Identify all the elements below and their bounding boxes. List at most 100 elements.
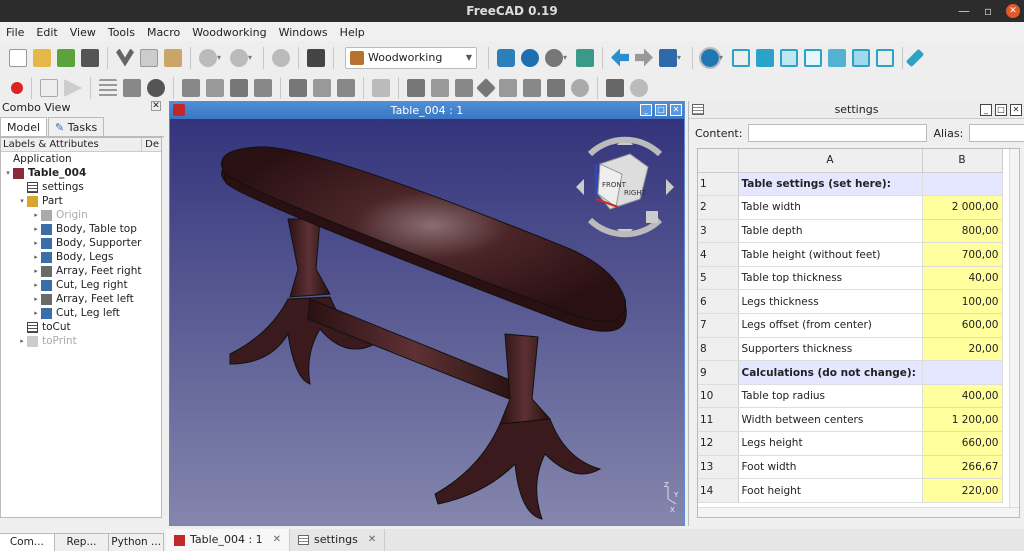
- row-header[interactable]: 12: [698, 431, 739, 456]
- cell-a[interactable]: Table height (without feet): [738, 242, 923, 267]
- zoom-icon[interactable]: [699, 46, 721, 69]
- cell-b[interactable]: 20,00: [922, 337, 1003, 362]
- cell-a[interactable]: Table width: [738, 195, 923, 220]
- cell-b[interactable]: 40,00: [922, 266, 1003, 291]
- row-header[interactable]: 5: [698, 266, 739, 291]
- grid-icon[interactable]: [407, 79, 425, 97]
- navcube-right-face[interactable]: RIGHT: [624, 189, 647, 197]
- measure-icon[interactable]: [905, 48, 925, 67]
- row-header[interactable]: 7: [698, 313, 739, 338]
- copy-icon[interactable]: [140, 48, 158, 67]
- open-icon[interactable]: [33, 48, 51, 67]
- workbench-selector[interactable]: Woodworking ▼: [345, 46, 477, 69]
- woodworking-tool-15-icon[interactable]: [571, 79, 589, 97]
- woodworking-tool-10-icon[interactable]: [455, 79, 473, 97]
- row-header[interactable]: 11: [698, 407, 739, 433]
- tree-item[interactable]: ▸ Body, Supporter: [1, 236, 161, 250]
- menu-edit[interactable]: Edit: [30, 26, 63, 39]
- paste-icon[interactable]: [164, 48, 182, 67]
- draw-style-icon[interactable]: [545, 48, 563, 67]
- cell-a[interactable]: Foot width: [738, 455, 923, 480]
- tab-model[interactable]: Model: [0, 117, 48, 136]
- cell-a[interactable]: Supporters thickness: [738, 337, 923, 362]
- view-left-icon[interactable]: [876, 48, 894, 67]
- woodworking-tool-2-icon[interactable]: [206, 79, 224, 97]
- cell-b[interactable]: 266,67: [922, 455, 1003, 480]
- row-header[interactable]: 10: [698, 384, 739, 409]
- 3d-view-window[interactable]: Table_004 : 1 _ □ ✕ FRONT RIGHT Z X Y: [169, 101, 685, 526]
- cell-a[interactable]: Legs thickness: [738, 289, 923, 315]
- bounding-box-icon[interactable]: [576, 48, 594, 67]
- close-tab-icon[interactable]: ✕: [273, 529, 281, 551]
- view-front-icon[interactable]: [756, 48, 774, 67]
- cell-a[interactable]: Table top radius: [738, 384, 923, 409]
- chevron-right-icon[interactable]: ▸: [31, 306, 41, 320]
- cell-a[interactable]: Width between centers: [738, 407, 923, 433]
- maximize-icon[interactable]: □: [995, 104, 1007, 116]
- row-header[interactable]: 2: [698, 195, 739, 220]
- refresh-icon[interactable]: [272, 48, 290, 67]
- close-icon[interactable]: ✕: [670, 104, 682, 116]
- cell-b[interactable]: [922, 172, 1003, 197]
- view-right-icon[interactable]: [804, 48, 822, 67]
- tree-item[interactable]: ▾ Table_004: [1, 166, 161, 180]
- woodworking-tool-8-icon[interactable]: [372, 79, 390, 97]
- code-icon[interactable]: [123, 79, 141, 97]
- whats-this-icon[interactable]: [307, 48, 325, 67]
- cell-a[interactable]: Legs offset (from center): [738, 313, 923, 338]
- cell-a[interactable]: Foot height: [738, 478, 923, 503]
- woodworking-tool-6-icon[interactable]: [313, 79, 331, 97]
- menu-help[interactable]: Help: [334, 26, 371, 39]
- tab-python[interactable]: Python ...: [109, 534, 165, 551]
- woodworking-tool-17-icon[interactable]: [630, 79, 648, 97]
- menu-view[interactable]: View: [64, 26, 102, 39]
- view-isometric-icon[interactable]: [732, 48, 750, 67]
- tree-item[interactable]: ▸ Cut, Leg right: [1, 278, 161, 292]
- cell-b[interactable]: 2 000,00: [922, 195, 1003, 220]
- tab-table-004[interactable]: Table_004 : 1 ✕: [166, 529, 291, 551]
- cell-a[interactable]: Table settings (set here):: [738, 172, 923, 197]
- maximize-icon[interactable]: ▫: [984, 0, 992, 22]
- cell-a[interactable]: Legs height: [738, 431, 923, 456]
- tab-report[interactable]: Rep...: [55, 534, 110, 551]
- macro-edit-icon[interactable]: [40, 79, 58, 97]
- close-panel-icon[interactable]: ✕: [151, 101, 161, 111]
- chevron-right-icon[interactable]: ▸: [31, 278, 41, 292]
- sync-view-icon[interactable]: [659, 48, 677, 67]
- vertical-scrollbar[interactable]: [1009, 149, 1019, 517]
- tree-item[interactable]: ▸ Array, Feet left: [1, 292, 161, 306]
- cell-b[interactable]: 600,00: [922, 313, 1003, 338]
- row-header[interactable]: 4: [698, 242, 739, 267]
- column-header-b[interactable]: B: [922, 149, 1003, 173]
- navigation-cube[interactable]: FRONT RIGHT: [576, 136, 674, 238]
- woodworking-tool-7-icon[interactable]: [337, 79, 355, 97]
- column-header-a[interactable]: A: [738, 149, 923, 173]
- cell-b[interactable]: 220,00: [922, 478, 1003, 503]
- horizontal-scrollbar[interactable]: [698, 507, 1019, 517]
- woodworking-tool-3-icon[interactable]: [230, 79, 248, 97]
- tab-combo[interactable]: Com...: [0, 534, 55, 551]
- cell-a[interactable]: Calculations (do not change):: [738, 360, 923, 385]
- chevron-right-icon[interactable]: ▸: [31, 250, 41, 264]
- tree-item[interactable]: ▸ Body, Table top: [1, 222, 161, 236]
- close-icon[interactable]: ✕: [1006, 4, 1020, 18]
- tree-item[interactable]: Application: [1, 152, 161, 166]
- forward-arrow-icon[interactable]: [635, 48, 653, 67]
- close-tab-icon[interactable]: ✕: [368, 529, 376, 551]
- row-header[interactable]: 9: [698, 360, 739, 385]
- row-header[interactable]: 3: [698, 219, 739, 244]
- chevron-right-icon[interactable]: ▸: [31, 292, 41, 306]
- minimize-icon[interactable]: —: [958, 0, 970, 22]
- cell-a[interactable]: Table top thickness: [738, 266, 923, 291]
- menu-windows[interactable]: Windows: [273, 26, 334, 39]
- minimize-icon[interactable]: _: [640, 104, 652, 116]
- tree-item[interactable]: ▸ Cut, Leg left: [1, 306, 161, 320]
- macro-run-icon[interactable]: [64, 79, 82, 97]
- cut-icon[interactable]: [116, 48, 134, 67]
- new-document-icon[interactable]: [9, 48, 27, 67]
- tree-item[interactable]: ▸ toPrint: [1, 334, 161, 348]
- woodworking-tool-9-icon[interactable]: [431, 79, 449, 97]
- fit-all-icon[interactable]: [497, 48, 515, 67]
- macro-record-icon[interactable]: [11, 82, 23, 94]
- menu-tools[interactable]: Tools: [102, 26, 141, 39]
